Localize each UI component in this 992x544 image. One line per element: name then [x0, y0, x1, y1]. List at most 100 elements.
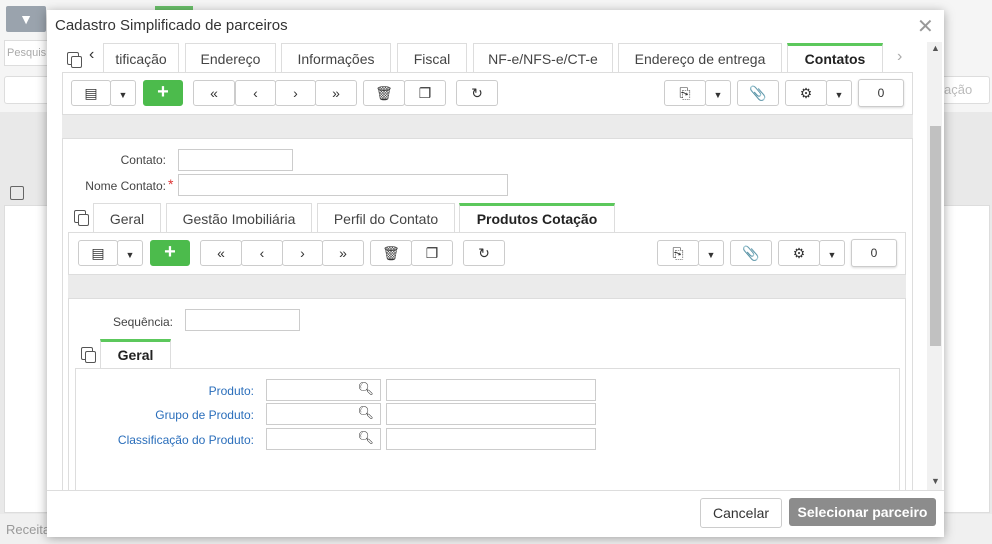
refresh-button[interactable]: ↻ [456, 80, 498, 106]
scroll-up-icon[interactable]: ▲ [931, 43, 940, 53]
background-copy-icon [10, 186, 24, 200]
produto-label[interactable]: Produto: [97, 384, 254, 398]
attach-button[interactable]: 📎 [730, 240, 772, 266]
nome-contato-input[interactable] [178, 174, 508, 196]
tab-nfe[interactable]: NF-e/NFS-e/CT-e [473, 43, 613, 72]
sequencia-input[interactable] [185, 309, 300, 331]
export-dropdown[interactable]: ▼ [698, 240, 724, 266]
copy-icon[interactable] [67, 52, 82, 68]
refresh-icon: ↻ [478, 245, 490, 261]
next-record-button[interactable]: › [282, 240, 323, 266]
tabs-next-icon[interactable]: › [897, 48, 902, 66]
classificacao-produto-label[interactable]: Classificação do Produto: [97, 433, 254, 447]
filter-icon: ▼ [19, 11, 33, 27]
grupo-produto-label[interactable]: Grupo de Produto: [97, 408, 254, 422]
grid-view-dropdown[interactable]: ▼ [110, 80, 136, 106]
add-button[interactable]: + [143, 80, 183, 106]
classificacao-produto-input[interactable]: 🔍︎ [266, 428, 381, 450]
tabs-prev-icon[interactable]: ‹ [89, 46, 94, 64]
grid-icon: ▤ [91, 245, 105, 261]
paperclip-icon: 📎 [749, 85, 767, 101]
settings-dropdown[interactable]: ▼ [819, 240, 845, 266]
modal-title: Cadastro Simplificado de parceiros [55, 17, 288, 34]
trash-icon: 🗑 [382, 245, 400, 261]
next-record-button[interactable]: › [275, 80, 316, 106]
first-record-button[interactable]: « [193, 80, 235, 106]
select-partner-button[interactable]: Selecionar parceiro [789, 498, 936, 526]
tab-identificacao[interactable]: tificação [103, 43, 179, 72]
chevron-left-icon: ‹ [253, 85, 258, 101]
filter-button[interactable]: ▼ [6, 6, 46, 32]
search-icon[interactable]: 🔍︎ [357, 430, 374, 446]
search-icon[interactable]: 🔍︎ [357, 405, 374, 421]
background-receita-label: Receita [6, 522, 51, 537]
last-record-button[interactable]: » [315, 80, 357, 106]
tab-gestao-imobiliaria[interactable]: Gestão Imobiliária [166, 203, 312, 232]
tab-endereco-entrega[interactable]: Endereço de entrega [618, 43, 782, 72]
double-left-icon: « [210, 85, 218, 101]
chevron-right-icon: › [300, 245, 305, 261]
gear-icon: ⚙ [799, 85, 813, 101]
duplicate-button[interactable]: ❐ [404, 80, 446, 106]
export-dropdown[interactable]: ▼ [705, 80, 731, 106]
tab-geral[interactable]: Geral [93, 203, 161, 232]
grupo-produto-description [386, 403, 596, 425]
tab-produtos-cotacao[interactable]: Produtos Cotação [459, 203, 615, 232]
cancel-button[interactable]: Cancelar [700, 498, 782, 528]
attach-button[interactable]: 📎 [737, 80, 779, 106]
gear-icon: ⚙ [792, 245, 806, 261]
grupo-produto-input[interactable]: 🔍︎ [266, 403, 381, 425]
prev-record-button[interactable]: ‹ [235, 80, 276, 106]
copy-icon[interactable] [81, 347, 96, 363]
caret-down-icon: ▼ [827, 250, 837, 260]
caret-down-icon: ▼ [706, 250, 716, 260]
first-record-button[interactable]: « [200, 240, 242, 266]
add-button[interactable]: + [150, 240, 190, 266]
delete-button[interactable]: 🗑 [363, 80, 405, 106]
grid-view-button[interactable]: ▤ [71, 80, 111, 106]
paperclip-icon: 📎 [742, 245, 760, 261]
grid-header-band [68, 274, 906, 299]
export-button[interactable]: ⎘ [664, 80, 706, 106]
chevron-left-icon: ‹ [259, 245, 265, 261]
produto-input[interactable]: 🔍︎ [266, 379, 381, 401]
trash-icon: 🗑 [375, 85, 393, 101]
grid-icon: ▤ [84, 85, 98, 101]
caret-down-icon: ▼ [713, 90, 723, 100]
record-counter: 0 [851, 239, 897, 267]
tab-endereco[interactable]: Endereço [185, 43, 276, 72]
prev-record-button[interactable]: ‹ [241, 240, 283, 266]
delete-button[interactable]: 🗑 [370, 240, 412, 266]
chevron-right-icon: › [293, 85, 298, 101]
export-button[interactable]: ⎘ [657, 240, 699, 266]
copy-icon[interactable] [74, 210, 89, 226]
caret-down-icon: ▼ [125, 250, 135, 260]
search-icon[interactable]: 🔍︎ [357, 381, 374, 397]
clipboard-icon: ❐ [418, 85, 432, 101]
scroll-down-icon[interactable]: ▼ [931, 476, 940, 486]
refresh-icon: ↻ [471, 85, 483, 101]
contato-label: Contato: [120, 153, 166, 167]
tab-geral-produto[interactable]: Geral [100, 339, 171, 368]
duplicate-button[interactable]: ❐ [411, 240, 453, 266]
background-right-label: ação [944, 82, 973, 97]
grid-header-band [62, 114, 913, 139]
grid-view-dropdown[interactable]: ▼ [117, 240, 143, 266]
tab-fiscal[interactable]: Fiscal [397, 43, 467, 72]
modal-scroll-thumb[interactable] [930, 126, 941, 346]
refresh-button[interactable]: ↻ [463, 240, 505, 266]
contato-input[interactable] [178, 149, 293, 171]
settings-dropdown[interactable]: ▼ [826, 80, 852, 106]
close-icon[interactable]: ✕ [917, 14, 934, 39]
tab-informacoes[interactable]: Informações [281, 43, 391, 72]
tab-perfil-contato[interactable]: Perfil do Contato [317, 203, 455, 232]
last-record-button[interactable]: » [322, 240, 364, 266]
plus-icon: + [157, 81, 169, 103]
caret-down-icon: ▼ [118, 90, 128, 100]
settings-button[interactable]: ⚙ [778, 240, 820, 266]
classificacao-produto-description [386, 428, 596, 450]
tab-contatos[interactable]: Contatos [787, 43, 883, 72]
export-icon: ⎘ [679, 85, 691, 101]
grid-view-button[interactable]: ▤ [78, 240, 118, 266]
settings-button[interactable]: ⚙ [785, 80, 827, 106]
